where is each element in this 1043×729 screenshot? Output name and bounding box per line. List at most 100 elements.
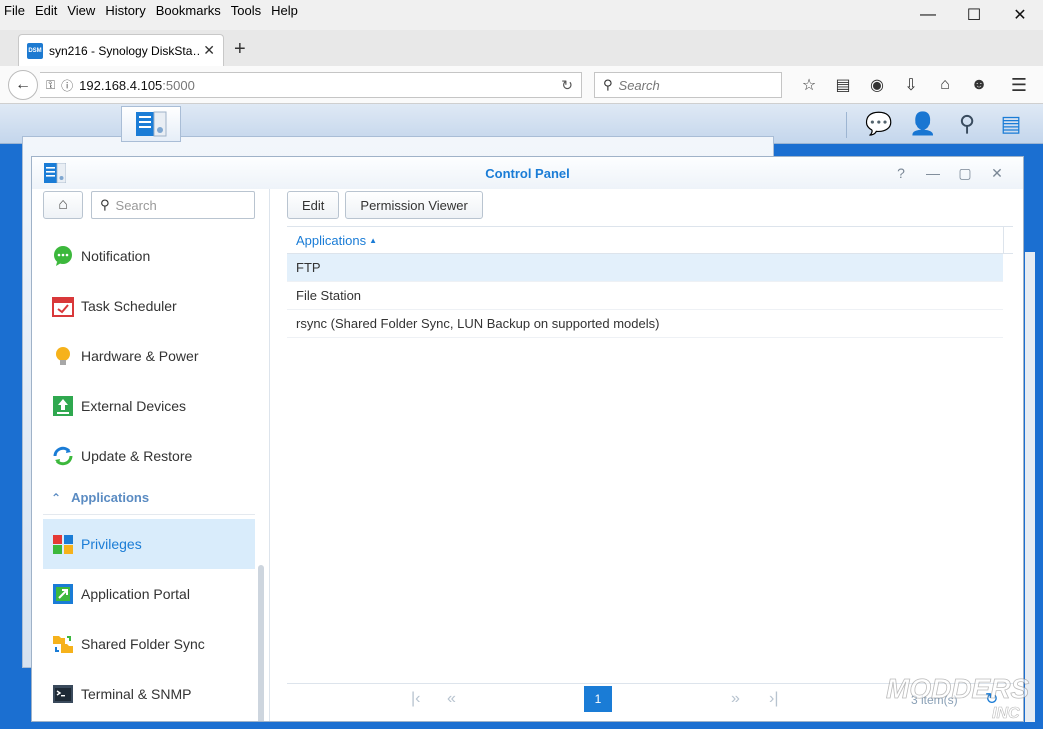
sort-ascending-icon: ▲ <box>369 235 378 245</box>
panel-toolbar: Edit Permission Viewer <box>287 191 489 219</box>
external-devices-icon <box>51 394 75 418</box>
sidebar-item-label: Notification <box>81 248 151 264</box>
key-icon[interactable]: ⚿ <box>46 78 55 93</box>
url-bar[interactable]: ⚿ ⓘ 192.168.4.105:5000 ↻ <box>40 72 582 98</box>
browser-menubar: File Edit View History Bookmarks Tools H… <box>0 0 1043 24</box>
sidebar-item-label: Terminal & SNMP <box>81 686 192 702</box>
grid-header-applications[interactable]: Applications ▲ <box>287 226 1013 254</box>
window-minimize-icon[interactable]: — <box>917 163 949 183</box>
chevron-up-icon: ⌃ <box>51 490 62 505</box>
browser-tab[interactable]: DSM syn216 - Synology DiskSta… ✕ <box>18 34 224 66</box>
sidebar-list: Notification Task Scheduler Hardware & P… <box>43 231 255 719</box>
sidebar-group-applications[interactable]: ⌃ Applications <box>43 481 255 515</box>
widgets-icon[interactable]: ▤ <box>989 108 1033 140</box>
back-button[interactable]: ← <box>8 70 38 100</box>
next-page-icon[interactable]: » <box>731 690 740 708</box>
menu-list: File Edit View History Bookmarks Tools H… <box>4 3 308 18</box>
window-controls: — ☐ ✕ <box>905 0 1043 30</box>
current-page-button[interactable]: 1 <box>584 686 612 712</box>
sidebar-item-notification[interactable]: Notification <box>43 231 255 281</box>
menu-file[interactable]: File <box>4 3 25 18</box>
menu-edit[interactable]: Edit <box>35 3 57 18</box>
hardware-power-icon <box>51 344 75 368</box>
sidebar-item-update-restore[interactable]: Update & Restore <box>43 431 255 481</box>
menu-view[interactable]: View <box>67 3 95 18</box>
control-panel-window: Control Panel ? — ▢ ✕ ⌂ ⚲ Search Notific… <box>31 156 1024 722</box>
terminal-snmp-icon <box>51 682 75 706</box>
new-tab-icon[interactable]: + <box>234 38 246 61</box>
permission-viewer-button[interactable]: Permission Viewer <box>345 191 483 219</box>
sidebar-search-placeholder: Search <box>115 197 157 213</box>
download-icon[interactable]: ⇩ <box>894 74 928 96</box>
sidebar-item-privileges[interactable]: Privileges <box>43 519 255 569</box>
control-panel-sidebar: ⌂ ⚲ Search Notification Task Scheduler H… <box>32 189 270 721</box>
info-icon[interactable]: ⓘ <box>61 77 73 94</box>
chat-icon[interactable]: 💬 <box>857 108 901 140</box>
menu-tools[interactable]: Tools <box>231 3 261 18</box>
home-button[interactable]: ⌂ <box>43 191 83 219</box>
shared-folder-sync-icon <box>51 632 75 656</box>
hamburger-menu-icon[interactable]: ☰ <box>1002 74 1036 96</box>
edit-button[interactable]: Edit <box>287 191 340 219</box>
menu-history[interactable]: History <box>105 3 145 18</box>
window-close-icon[interactable]: ✕ <box>981 163 1013 183</box>
dsm-taskbar: 💬 👤 ⚲ ▤ <box>0 104 1043 668</box>
home-icon: ⌂ <box>58 196 68 213</box>
sidebar-item-shared-folder-sync[interactable]: Shared Folder Sync <box>43 619 255 669</box>
sidebar-item-label: Application Portal <box>81 586 190 602</box>
first-page-icon[interactable]: |‹ <box>411 690 420 708</box>
pocket-icon[interactable]: ◉ <box>860 74 894 96</box>
home-icon[interactable]: ⌂ <box>928 74 962 96</box>
navigation-bar: ← ⚿ ⓘ 192.168.4.105:5000 ↻ ⚲ Search ☆ ▤ … <box>0 66 1043 104</box>
smiley-icon[interactable]: ☻ <box>962 74 996 96</box>
table-row[interactable]: FTP <box>287 254 1003 282</box>
task-scheduler-icon <box>51 294 75 318</box>
sidebar-group-label: Applications <box>71 490 150 505</box>
url-text: 192.168.4.105:5000 <box>79 78 195 93</box>
taskbar-control-panel-button[interactable] <box>121 106 181 142</box>
modders-inc-watermark-logo: MODDERS INC <box>886 673 1030 723</box>
svg-text:INC: INC <box>992 705 1020 722</box>
last-page-icon[interactable]: ›| <box>769 690 778 708</box>
browser-search-input[interactable]: ⚲ Search <box>594 72 782 98</box>
window-titlebar[interactable]: Control Panel ? — ▢ ✕ <box>32 157 1023 189</box>
sidebar-item-application-portal[interactable]: Application Portal <box>43 569 255 619</box>
sidebar-item-label: Update & Restore <box>81 448 193 464</box>
column-header-label: Applications <box>296 232 367 248</box>
background-window-edge <box>1025 252 1035 722</box>
sidebar-item-external-devices[interactable]: External Devices <box>43 381 255 431</box>
applications-grid: Applications ▲ FTP File Station rsync (S… <box>287 226 1013 338</box>
taskbar-separator <box>846 112 847 138</box>
bookmark-star-icon[interactable]: ☆ <box>792 74 826 96</box>
reading-list-icon[interactable]: ▤ <box>826 74 860 96</box>
control-panel-icon <box>136 111 167 137</box>
tab-close-icon[interactable]: ✕ <box>203 42 215 59</box>
application-portal-icon <box>51 582 75 606</box>
table-row[interactable]: rsync (Shared Folder Sync, LUN Backup on… <box>287 310 1003 338</box>
maximize-icon[interactable]: ☐ <box>951 0 997 30</box>
sidebar-item-label: Privileges <box>81 536 142 552</box>
menu-help[interactable]: Help <box>271 3 298 18</box>
user-icon[interactable]: 👤 <box>901 108 945 140</box>
window-maximize-icon[interactable]: ▢ <box>949 163 981 183</box>
window-title: Control Panel <box>485 166 570 181</box>
browser-search-placeholder: Search <box>618 77 660 93</box>
help-icon[interactable]: ? <box>885 163 917 183</box>
menu-bookmarks[interactable]: Bookmarks <box>156 3 221 18</box>
toolbar-icons: ☆ ▤ ◉ ⇩ ⌂ ☻ ☰ <box>792 74 1036 96</box>
dsm-search-icon[interactable]: ⚲ <box>945 108 989 140</box>
previous-page-icon[interactable]: « <box>447 690 456 708</box>
sidebar-item-terminal-snmp[interactable]: Terminal & SNMP <box>43 669 255 719</box>
svg-text:MODDERS: MODDERS <box>886 673 1029 704</box>
sidebar-item-hardware-power[interactable]: Hardware & Power <box>43 331 255 381</box>
notification-icon <box>51 244 75 268</box>
sidebar-scrollbar[interactable] <box>258 565 264 721</box>
reload-icon[interactable]: ↻ <box>561 77 573 94</box>
sidebar-search-input[interactable]: ⚲ Search <box>91 191 255 219</box>
minimize-icon[interactable]: — <box>905 0 951 30</box>
table-row[interactable]: File Station <box>287 282 1003 310</box>
tab-title: syn216 - Synology DiskSta… <box>49 43 200 58</box>
sidebar-item-task-scheduler[interactable]: Task Scheduler <box>43 281 255 331</box>
taskbar-right-icons: 💬 👤 ⚲ ▤ <box>857 108 1033 140</box>
close-window-icon[interactable]: ✕ <box>997 0 1043 30</box>
